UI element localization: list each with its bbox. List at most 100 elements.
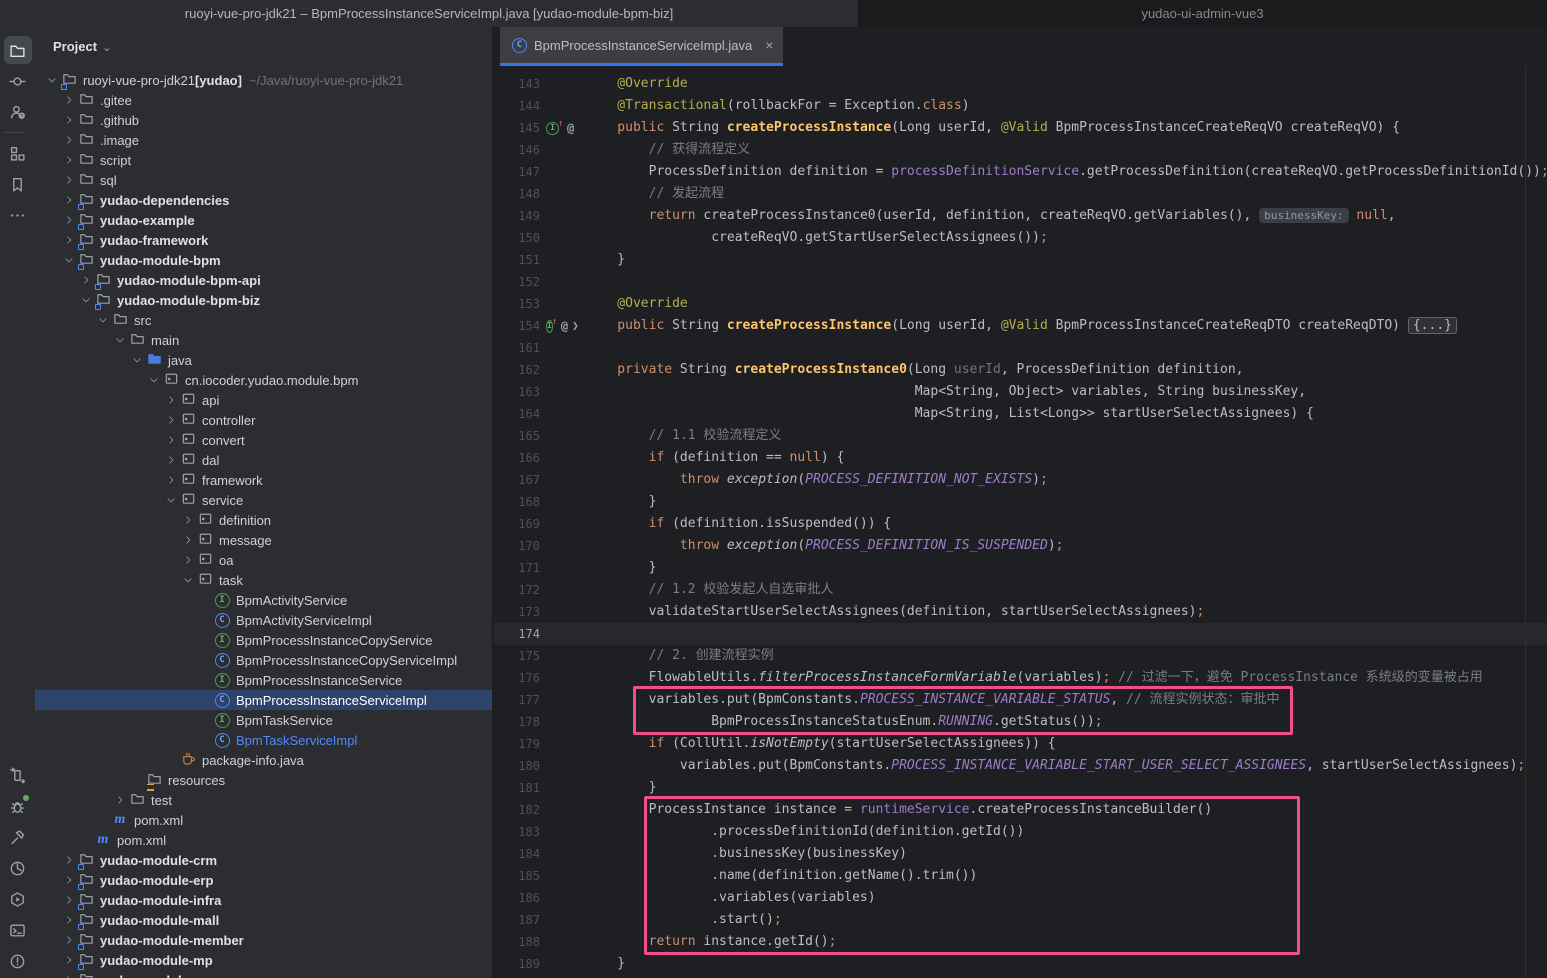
tree-item-framework[interactable]: framework: [35, 470, 493, 490]
code-line-184[interactable]: 184 .businessKey(businessKey): [494, 843, 1547, 865]
line-number[interactable]: 163: [494, 381, 540, 403]
chevron-right-icon[interactable]: [60, 93, 77, 108]
terminal-icon[interactable]: [4, 916, 32, 944]
code-line-165[interactable]: 165 // 1.1 校验流程定义: [494, 425, 1547, 447]
chevron-right-icon[interactable]: [162, 473, 179, 488]
code-line-147[interactable]: 147 ProcessDefinition definition = proce…: [494, 161, 1547, 183]
chevron-right-icon[interactable]: [162, 393, 179, 408]
chevron-down-icon[interactable]: [60, 253, 77, 268]
code-line-185[interactable]: 185 .name(definition.getName().trim()): [494, 865, 1547, 887]
chevron-down-icon[interactable]: [145, 373, 162, 388]
code-line-188[interactable]: 188 return instance.getId();: [494, 931, 1547, 953]
code-line-187[interactable]: 187 .start();: [494, 909, 1547, 931]
chevron-right-icon[interactable]: [60, 113, 77, 128]
tree-item-.github[interactable]: .github: [35, 110, 493, 130]
tree-item-yudao-dependencies[interactable]: yudao-dependencies: [35, 190, 493, 210]
code-line-163[interactable]: 163 Map<String, Object> variables, Strin…: [494, 381, 1547, 403]
tree-item-oa[interactable]: oa: [35, 550, 493, 570]
chevron-right-icon[interactable]: [162, 453, 179, 468]
annotated-icon[interactable]: @: [567, 117, 574, 139]
line-number[interactable]: 185: [494, 865, 540, 887]
line-number[interactable]: 180: [494, 755, 540, 777]
chevron-right-icon[interactable]: [60, 233, 77, 248]
tree-item-dal[interactable]: dal: [35, 450, 493, 470]
chevron-right-icon[interactable]: [60, 213, 77, 228]
line-number[interactable]: 165: [494, 425, 540, 447]
code-line-152[interactable]: 152: [494, 271, 1547, 293]
chevron-down-icon[interactable]: [179, 573, 196, 588]
tree-item-resources[interactable]: resources: [35, 770, 493, 790]
tree-item-controller[interactable]: controller: [35, 410, 493, 430]
line-number[interactable]: 153: [494, 293, 540, 315]
code-line-168[interactable]: 168 }: [494, 491, 1547, 513]
tree-item-service[interactable]: service: [35, 490, 493, 510]
tree-item-test[interactable]: test: [35, 790, 493, 810]
code-line-174[interactable]: 174: [494, 623, 1547, 645]
tree-item-yudao-module-infra[interactable]: yudao-module-infra: [35, 890, 493, 910]
fold-chevron-icon[interactable]: ❯: [572, 315, 579, 337]
code-area[interactable]: 143 @Override144 @Transactional(rollback…: [494, 66, 1547, 978]
chevron-right-icon[interactable]: [179, 513, 196, 528]
code-line-144[interactable]: 144 @Transactional(rollbackFor = Excepti…: [494, 95, 1547, 117]
line-number[interactable]: 188: [494, 931, 540, 953]
line-number[interactable]: 181: [494, 777, 540, 799]
chevron-right-icon[interactable]: [60, 913, 77, 928]
tree-item-bpmprocessinstancecopyserviceimpl[interactable]: CBpmProcessInstanceCopyServiceImpl: [35, 650, 493, 670]
chevron-right-icon[interactable]: [162, 413, 179, 428]
line-number[interactable]: 147: [494, 161, 540, 183]
line-number[interactable]: 167: [494, 469, 540, 491]
line-number[interactable]: 187: [494, 909, 540, 931]
line-number[interactable]: 183: [494, 821, 540, 843]
tree-item-sql[interactable]: sql: [35, 170, 493, 190]
chevron-down-icon[interactable]: [43, 73, 60, 88]
line-number[interactable]: 189: [494, 953, 540, 975]
chevron-right-icon[interactable]: [77, 273, 94, 288]
tree-item-pom.xml[interactable]: mpom.xml: [35, 810, 493, 830]
code-line-167[interactable]: 167 throw exception(PROCESS_DEFINITION_N…: [494, 469, 1547, 491]
tree-item-message[interactable]: message: [35, 530, 493, 550]
line-number[interactable]: 177: [494, 689, 540, 711]
tree-item-src[interactable]: src: [35, 310, 493, 330]
more-icon[interactable]: [4, 201, 32, 229]
code-line-145[interactable]: 145I↑@ public String createProcessInstan…: [494, 117, 1547, 139]
code-line-186[interactable]: 186 .variables(variables): [494, 887, 1547, 909]
commit-icon[interactable]: [4, 67, 32, 95]
chevron-right-icon[interactable]: [60, 153, 77, 168]
chevron-right-icon[interactable]: [111, 793, 128, 808]
tree-item-yudao-example[interactable]: yudao-example: [35, 210, 493, 230]
tree-item-bpmprocessinstanceserviceimpl[interactable]: CBpmProcessInstanceServiceImpl: [35, 690, 493, 710]
line-number[interactable]: 154: [494, 315, 540, 337]
line-number[interactable]: 151: [494, 249, 540, 271]
chevron-right-icon[interactable]: [179, 533, 196, 548]
tree-item-yudao-module-crm[interactable]: yudao-module-crm: [35, 850, 493, 870]
chevron-right-icon[interactable]: [60, 173, 77, 188]
code-line-169[interactable]: 169 if (definition.isSuspended()) {: [494, 513, 1547, 535]
problems-icon[interactable]: [4, 947, 32, 975]
tree-item-bpmactivityservice[interactable]: IBpmActivityService: [35, 590, 493, 610]
chevron-right-icon[interactable]: [179, 553, 196, 568]
code-line-166[interactable]: 166 if (definition == null) {: [494, 447, 1547, 469]
code-line-171[interactable]: 171 }: [494, 557, 1547, 579]
profiler-icon[interactable]: [4, 854, 32, 882]
code-line-183[interactable]: 183 .processDefinitionId(definition.getI…: [494, 821, 1547, 843]
tree-item-.gitee[interactable]: .gitee: [35, 90, 493, 110]
tree-item-yudao-module-bpm-biz[interactable]: yudao-module-bpm-biz: [35, 290, 493, 310]
folded-region-badge[interactable]: {...}: [1408, 317, 1457, 334]
chevron-right-icon[interactable]: [162, 433, 179, 448]
tree-item-yudao-module-member[interactable]: yudao-module-member: [35, 930, 493, 950]
chevron-right-icon[interactable]: [60, 893, 77, 908]
code-line-182[interactable]: 182 ProcessInstance instance = runtimeSe…: [494, 799, 1547, 821]
tree-item-convert[interactable]: convert: [35, 430, 493, 450]
code-line-150[interactable]: 150 createReqVO.getStartUserSelectAssign…: [494, 227, 1547, 249]
line-number[interactable]: 171: [494, 557, 540, 579]
chevron-right-icon[interactable]: [60, 873, 77, 888]
project-folder-icon[interactable]: [4, 36, 32, 64]
chevron-down-icon[interactable]: [162, 493, 179, 508]
line-number[interactable]: 184: [494, 843, 540, 865]
gutter-override-annotation-icons[interactable]: I↑@: [540, 117, 576, 139]
annotated-icon[interactable]: @: [561, 315, 568, 337]
tree-item-task[interactable]: task: [35, 570, 493, 590]
tree-item-bpmtaskserviceimpl[interactable]: CBpmTaskServiceImpl: [35, 730, 493, 750]
code-line-153[interactable]: 153 @Override: [494, 293, 1547, 315]
code-line-151[interactable]: 151 }: [494, 249, 1547, 271]
